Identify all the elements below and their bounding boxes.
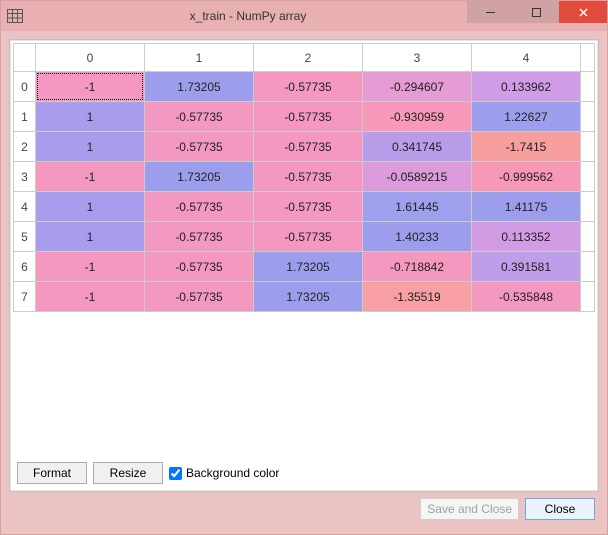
array-cell[interactable]: -1.7415 [472,132,581,162]
array-cell[interactable]: 1 [36,192,145,222]
table-row: 21-0.57735-0.577350.341745-1.7415 [14,132,595,162]
array-cell[interactable]: -1 [36,282,145,312]
maximize-button[interactable] [513,1,559,23]
col-header-spacer [581,44,595,72]
array-cell[interactable]: -0.57735 [254,102,363,132]
row-header[interactable]: 2 [14,132,36,162]
minimize-button[interactable] [467,1,513,23]
array-cell[interactable]: -0.294607 [363,72,472,102]
dialog-footer: Save and Close Close [9,492,599,526]
save-and-close-button[interactable]: Save and Close [420,498,519,520]
array-cell[interactable]: -1 [36,252,145,282]
resize-button[interactable]: Resize [93,462,163,484]
array-cell[interactable]: -0.57735 [254,162,363,192]
array-cell[interactable]: -0.57735 [254,132,363,162]
array-cell[interactable]: -0.930959 [363,102,472,132]
corner-header [14,44,36,72]
array-cell[interactable]: 1 [36,102,145,132]
col-header[interactable]: 3 [363,44,472,72]
array-cell[interactable]: -0.57735 [145,102,254,132]
array-cell[interactable]: -0.57735 [254,222,363,252]
background-color-checkbox[interactable]: Background color [169,466,279,480]
array-cell[interactable]: 0.391581 [472,252,581,282]
array-cell[interactable]: 0.113352 [472,222,581,252]
table-row: 51-0.57735-0.577351.402330.113352 [14,222,595,252]
row-header[interactable]: 7 [14,282,36,312]
array-cell[interactable]: 1 [36,132,145,162]
row-header[interactable]: 5 [14,222,36,252]
row-header[interactable]: 4 [14,192,36,222]
array-cell[interactable]: -0.535848 [472,282,581,312]
array-panel: 01234 0-11.73205-0.57735-0.2946070.13396… [9,39,599,492]
array-cell[interactable]: -1 [36,72,145,102]
array-cell[interactable]: 1.40233 [363,222,472,252]
row-spacer [581,192,595,222]
row-spacer [581,162,595,192]
table-row: 41-0.57735-0.577351.614451.41175 [14,192,595,222]
window-title: x_train - NumPy array [29,9,467,23]
array-cell[interactable]: -0.718842 [363,252,472,282]
background-color-checkbox-input[interactable] [169,467,182,480]
array-cell[interactable]: -0.57735 [145,132,254,162]
row-spacer [581,252,595,282]
row-spacer [581,72,595,102]
array-cell[interactable]: 1 [36,222,145,252]
row-spacer [581,282,595,312]
array-cell[interactable]: 1.73205 [145,72,254,102]
col-header[interactable]: 4 [472,44,581,72]
array-cell[interactable]: 1.73205 [254,252,363,282]
row-header[interactable]: 3 [14,162,36,192]
array-table[interactable]: 01234 0-11.73205-0.57735-0.2946070.13396… [13,43,595,312]
array-cell[interactable]: 1.61445 [363,192,472,222]
titlebar[interactable]: x_train - NumPy array [1,1,607,31]
array-cell[interactable]: -0.57735 [254,72,363,102]
row-spacer [581,132,595,162]
close-dialog-button[interactable]: Close [525,498,595,520]
row-header[interactable]: 0 [14,72,36,102]
array-cell[interactable]: 1.22627 [472,102,581,132]
table-row: 0-11.73205-0.57735-0.2946070.133962 [14,72,595,102]
array-cell[interactable]: 1.73205 [254,282,363,312]
row-header[interactable]: 1 [14,102,36,132]
col-header[interactable]: 2 [254,44,363,72]
array-cell[interactable]: -0.57735 [254,192,363,222]
table-row: 6-1-0.577351.73205-0.7188420.391581 [14,252,595,282]
array-cell[interactable]: -0.999562 [472,162,581,192]
table-row: 11-0.57735-0.57735-0.9309591.22627 [14,102,595,132]
row-spacer [581,102,595,132]
row-spacer [581,222,595,252]
row-header[interactable]: 6 [14,252,36,282]
col-header[interactable]: 1 [145,44,254,72]
window-frame: x_train - NumPy array 01234 [0,0,608,535]
col-header[interactable]: 0 [36,44,145,72]
array-cell[interactable]: -1 [36,162,145,192]
close-button[interactable] [559,1,607,23]
table-row: 7-1-0.577351.73205-1.35519-0.535848 [14,282,595,312]
array-cell[interactable]: -0.57735 [145,222,254,252]
window-controls [467,1,607,31]
array-cell[interactable]: -0.0589215 [363,162,472,192]
array-cell[interactable]: -0.57735 [145,282,254,312]
array-cell[interactable]: -0.57735 [145,192,254,222]
format-button[interactable]: Format [17,462,87,484]
array-cell[interactable]: 1.41175 [472,192,581,222]
window-body: 01234 0-11.73205-0.57735-0.2946070.13396… [1,31,607,534]
table-row: 3-11.73205-0.57735-0.0589215-0.999562 [14,162,595,192]
array-cell[interactable]: -1.35519 [363,282,472,312]
array-cell[interactable]: -0.57735 [145,252,254,282]
array-cell[interactable]: 0.133962 [472,72,581,102]
array-cell[interactable]: 0.341745 [363,132,472,162]
array-toolbar: Format Resize Background color [13,456,595,488]
grid-icon [7,9,23,23]
array-grid-wrap: 01234 0-11.73205-0.57735-0.2946070.13396… [13,43,595,456]
background-color-label: Background color [186,466,279,480]
array-cell[interactable]: 1.73205 [145,162,254,192]
